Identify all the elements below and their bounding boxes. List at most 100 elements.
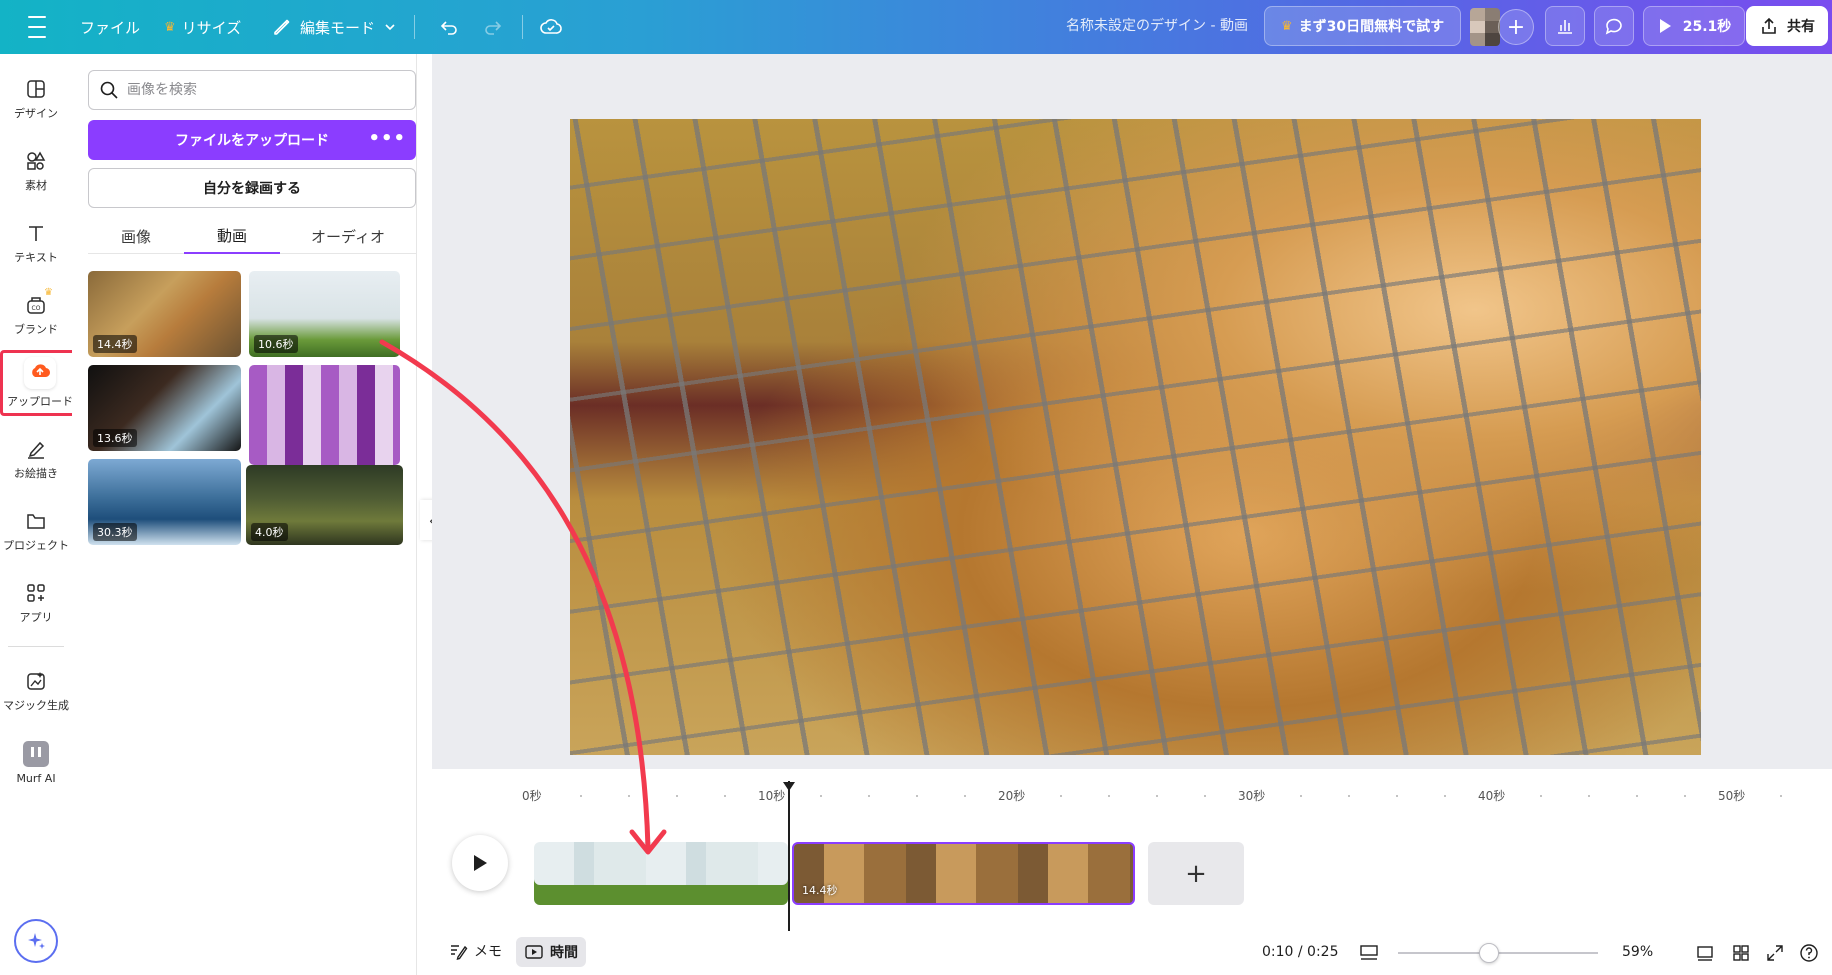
resize-menu[interactable]: ♛ リサイズ (164, 7, 241, 47)
upload-files-label: ファイルをアップロード (175, 133, 329, 149)
undo-button[interactable] (434, 12, 464, 42)
share-label: 共有 (1787, 19, 1815, 35)
crown-icon: ♛ (44, 287, 53, 298)
timing-label: 時間 (550, 945, 578, 961)
murf-logo (23, 741, 49, 767)
zoom-slider-handle[interactable] (1479, 943, 1499, 963)
tab-images[interactable]: 画像 (88, 218, 184, 254)
pages-view-button[interactable] (1694, 942, 1716, 964)
rail-item-magic[interactable]: マジック生成 (0, 658, 72, 724)
upload-files-button[interactable]: ファイルをアップロード ••• (88, 120, 416, 160)
timeline-clip-tiger[interactable]: 14.4秒 (792, 842, 1135, 905)
rail-item-murf[interactable]: Murf AI (0, 730, 72, 796)
folder-icon (27, 513, 45, 529)
rail-item-label: ブランド (14, 322, 58, 336)
add-collaborator-button[interactable]: + (1498, 9, 1534, 45)
timing-button[interactable]: 時間 (516, 937, 586, 967)
rail-item-label: アプリ (19, 610, 53, 624)
pencil-icon (274, 19, 290, 35)
ruler-tick (1108, 795, 1110, 797)
crown-icon: ♛ (1281, 18, 1293, 34)
free-trial-button[interactable]: ♛ まず30日間無料で試す (1264, 6, 1462, 46)
comments-button[interactable] (1594, 6, 1634, 46)
rail-item-label: テキスト (14, 250, 58, 264)
timeline-play-button[interactable] (452, 835, 508, 891)
rail-item-design[interactable]: デザイン (0, 66, 72, 132)
play-icon (474, 855, 487, 871)
avatar[interactable] (1470, 8, 1500, 46)
tab-videos[interactable]: 動画 (184, 218, 280, 254)
share-button[interactable]: 共有 (1746, 6, 1828, 46)
video-thumbnail-glass[interactable]: 13.6秒 (88, 365, 241, 451)
crown-icon: ♛ (164, 19, 176, 35)
ruler-label: 10秒 (758, 789, 786, 803)
ruler-tick (1204, 795, 1206, 797)
ruler-label: 0秒 (522, 789, 542, 803)
rail-item-elements[interactable]: 素材 (0, 138, 72, 204)
add-clip-button[interactable]: + (1148, 842, 1244, 905)
draw-icon (28, 441, 45, 459)
notes-icon (451, 945, 468, 960)
tab-audio[interactable]: オーディオ (280, 218, 416, 254)
design-icon (27, 79, 45, 98)
search-input[interactable] (127, 82, 397, 98)
ruler-tick (1060, 795, 1062, 797)
ruler-label: 40秒 (1478, 789, 1506, 803)
divider (414, 15, 415, 39)
ruler-tick (1540, 795, 1542, 797)
magic-assistant-button[interactable] (14, 919, 58, 963)
help-button[interactable] (1798, 942, 1820, 964)
video-thumbnail-bird[interactable]: 10.6秒 (249, 271, 400, 357)
redo-button[interactable] (478, 12, 508, 42)
grid-view-button[interactable] (1730, 942, 1752, 964)
rail-item-label: マジック生成 (3, 698, 69, 712)
zoom-slider[interactable] (1398, 943, 1598, 963)
file-menu[interactable]: ファイル (80, 7, 140, 47)
video-thumbnail-tiger[interactable]: 14.4秒 (88, 271, 241, 357)
ruler-tick (724, 795, 726, 797)
rail-item-text[interactable]: テキスト (0, 210, 72, 276)
ruler-tick (628, 795, 630, 797)
notes-button[interactable]: メモ (448, 941, 502, 961)
video-duration: 4.0秒 (251, 523, 288, 541)
document-title[interactable]: 名称未設定のデザイン - 動画 (1000, 15, 1248, 35)
top-bar: ファイル ♛ リサイズ 編集モード 名称未設定のデザイン - 動画 ♛ まず30… (0, 0, 1832, 54)
record-yourself-button[interactable]: 自分を録画する (88, 168, 416, 208)
video-thumbnail-bear[interactable]: 4.0秒 (246, 465, 403, 545)
rail-item-brand[interactable]: CO ブランド (0, 282, 72, 348)
ruler-tick (1156, 795, 1158, 797)
edit-mode-menu[interactable]: 編集モード (272, 7, 397, 47)
canvas-video-frame[interactable] (570, 119, 1701, 755)
rail-item-upload[interactable]: アップロード (0, 350, 80, 416)
rail-item-label: アップロード (7, 395, 73, 408)
playhead[interactable] (788, 781, 790, 935)
rail-item-projects[interactable]: プロジェクト (0, 498, 72, 564)
ruler-label: 30秒 (1238, 789, 1266, 803)
shapes-icon (27, 150, 46, 170)
page-layout-button[interactable] (1358, 942, 1380, 964)
timeline-clip-bird[interactable] (534, 842, 788, 905)
ruler-tick (1300, 795, 1302, 797)
insights-button[interactable] (1545, 6, 1585, 46)
zoom-level[interactable]: 59% (1622, 944, 1653, 960)
ruler-tick (964, 795, 966, 797)
play-icon (1659, 19, 1671, 33)
menu-icon[interactable] (22, 12, 52, 42)
ruler-tick (1780, 795, 1782, 797)
clip-duration: 14.4秒 (802, 884, 838, 897)
timeline-ruler[interactable]: 0秒 10秒 20秒 30秒 40秒 50秒 (432, 781, 1832, 805)
save-status-button[interactable] (536, 12, 566, 42)
video-duration: 14.4秒 (93, 335, 137, 353)
chevron-down-icon (385, 24, 395, 31)
ruler-tick (580, 795, 582, 797)
cloud-upload-icon (32, 363, 51, 377)
rail-item-label: デザイン (14, 106, 58, 120)
fullscreen-button[interactable] (1764, 942, 1786, 964)
video-thumbnail-ocean-wake[interactable]: 30.3秒 (88, 459, 241, 545)
video-thumbnail-pixelated[interactable] (249, 365, 400, 465)
video-duration: 10.6秒 (254, 335, 298, 353)
more-options-icon[interactable]: ••• (368, 128, 406, 149)
rail-item-draw[interactable]: お絵描き (0, 426, 72, 492)
rail-item-apps[interactable]: アプリ (0, 570, 72, 636)
present-play-button[interactable]: 25.1秒 (1643, 6, 1745, 46)
